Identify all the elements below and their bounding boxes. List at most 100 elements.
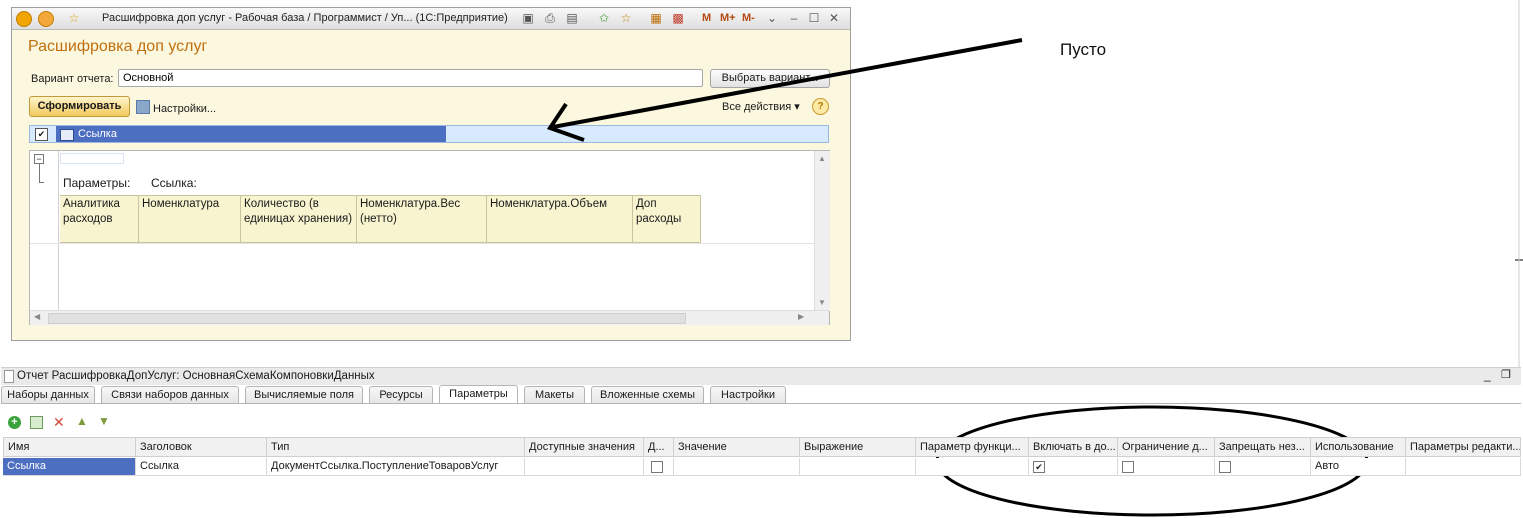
cell-function-parameter[interactable] <box>916 458 1029 476</box>
save-icon[interactable]: ▣ <box>520 10 536 26</box>
tab-settings[interactable]: Настройки <box>710 386 786 403</box>
cell-usage[interactable]: Авто <box>1311 458 1406 476</box>
memory-plus-button[interactable]: M+ <box>720 12 736 24</box>
add-icon[interactable]: + <box>8 416 21 429</box>
cell-header[interactable]: Ссылка <box>136 458 267 476</box>
calendar-icon[interactable]: ▩ <box>670 10 686 26</box>
column-header[interactable]: Использование <box>1311 437 1406 457</box>
tab-resources[interactable]: Ресурсы <box>369 386 433 403</box>
chevron-down-icon[interactable]: ⌄ <box>764 10 780 26</box>
favorites-icon[interactable]: ☆ <box>618 10 634 26</box>
restore-panel-icon[interactable]: ❐ <box>1501 368 1511 381</box>
vertical-scrollbar[interactable]: ▲ ▼ <box>814 151 830 311</box>
tab-parameters[interactable]: Параметры <box>439 385 518 404</box>
maximize-icon[interactable]: ☐ <box>806 10 822 26</box>
settings-label: Настройки... <box>153 103 217 115</box>
cell-edit-parameters[interactable] <box>1406 458 1521 476</box>
scroll-right-icon[interactable]: ▶ <box>798 312 804 321</box>
horizontal-scrollbar[interactable]: ◀ ▶ <box>30 310 829 325</box>
column-header[interactable]: Тип <box>267 437 525 457</box>
tab-dataset-links[interactable]: Связи наборов данных <box>101 386 239 403</box>
column-header[interactable]: Имя <box>3 437 136 457</box>
group-field-selection[interactable]: Ссылка <box>56 126 446 142</box>
column-header[interactable]: Д... <box>644 437 674 457</box>
cell-type[interactable]: ДокументСсылка.ПоступлениеТоваровУслуг <box>267 458 525 476</box>
add-favorite-icon[interactable]: ✩ <box>596 10 612 26</box>
outline-line <box>39 164 40 182</box>
scroll-up-icon[interactable]: ▲ <box>818 154 826 163</box>
group-field-checkbox[interactable]: ✔ <box>35 128 48 141</box>
column-header[interactable]: Параметр функци... <box>916 437 1029 457</box>
tabs-baseline <box>1 403 1521 404</box>
schema-icon <box>4 370 14 383</box>
column-header[interactable]: Включать в до... <box>1029 437 1118 457</box>
minimize-panel-icon[interactable]: _ <box>1484 368 1491 382</box>
parameters-label: Параметры: <box>63 176 131 190</box>
cell-expression[interactable] <box>800 458 916 476</box>
config-header: Отчет РасшифровкаДопУслуг: ОсновнаяСхема… <box>1 367 1521 385</box>
tab-datasets[interactable]: Наборы данных <box>1 386 95 403</box>
row-divider <box>30 243 814 244</box>
report-result-area[interactable]: − Параметры: Ссылка: Аналитика расходов … <box>29 150 830 325</box>
move-up-icon[interactable]: ▲ <box>76 414 88 428</box>
tab-calculated-fields[interactable]: Вычисляемые поля <box>245 386 363 403</box>
column-header[interactable]: Доступные значения <box>525 437 644 457</box>
selected-cell[interactable] <box>60 153 124 164</box>
report-column-header: Количество (в единицах хранения) <box>241 195 357 243</box>
tab-layouts[interactable]: Макеты <box>524 386 585 403</box>
cell-restrict[interactable] <box>1118 458 1215 476</box>
help-icon[interactable]: ? <box>812 98 829 115</box>
delete-icon[interactable]: ✕ <box>53 414 65 431</box>
variant-label: Вариант отчета: <box>31 73 114 85</box>
menu-dropdown-icon[interactable] <box>38 11 54 27</box>
parameters-value: Ссылка: <box>151 176 197 190</box>
include-checkbox[interactable]: ✔ <box>1033 461 1045 473</box>
cell-value[interactable] <box>674 458 800 476</box>
memory-minus-button[interactable]: M- <box>742 12 755 24</box>
horizontal-scroll-thumb[interactable] <box>48 313 686 324</box>
move-down-icon[interactable]: ▼ <box>98 414 110 428</box>
scroll-left-icon[interactable]: ◀ <box>34 312 40 321</box>
cell-d[interactable] <box>644 458 674 476</box>
collapse-icon[interactable]: − <box>34 154 44 164</box>
window-title: Расшифровка доп услуг - Рабочая база / П… <box>102 12 508 24</box>
calculator-icon[interactable]: ▦ <box>648 10 664 26</box>
column-header[interactable]: Параметры редакти... <box>1406 437 1521 457</box>
config-title: Отчет РасшифровкаДопУслуг: ОсновнаяСхема… <box>17 370 375 382</box>
column-header[interactable]: Выражение <box>800 437 916 457</box>
print-icon[interactable]: ⎙ <box>542 10 558 26</box>
1c-logo-icon[interactable] <box>16 11 32 27</box>
outline-column: − <box>30 151 59 310</box>
settings-button[interactable]: Настройки... <box>136 100 216 115</box>
memory-m-button[interactable]: M <box>702 12 711 24</box>
outline-line-end <box>39 182 44 183</box>
group-field-row[interactable]: ✔ Ссылка <box>29 125 829 143</box>
report-heading: Расшифровка доп услуг <box>28 38 208 55</box>
column-header[interactable]: Значение <box>674 437 800 457</box>
copy-icon[interactable] <box>30 416 43 429</box>
restrict-checkbox[interactable] <box>1122 461 1134 473</box>
column-header[interactable]: Запрещать нез... <box>1215 437 1311 457</box>
minimize-icon[interactable]: – <box>786 10 802 26</box>
window-titlebar: ☆ Расшифровка доп услуг - Рабочая база /… <box>12 8 850 30</box>
cell-available-values[interactable] <box>525 458 644 476</box>
preview-icon[interactable]: ▤ <box>564 10 580 26</box>
choose-variant-button[interactable]: Выбрать вариант... <box>710 69 830 88</box>
favorite-star-icon[interactable]: ☆ <box>66 10 82 26</box>
cell-name[interactable]: Ссылка <box>3 458 136 476</box>
all-actions-menu[interactable]: Все действия ▾ <box>722 100 800 113</box>
column-header[interactable]: Заголовок <box>136 437 267 457</box>
cell-forbid[interactable] <box>1215 458 1311 476</box>
scroll-down-icon[interactable]: ▼ <box>818 298 826 307</box>
cell-d-checkbox[interactable] <box>651 461 663 473</box>
tab-nested-schemas[interactable]: Вложенные схемы <box>591 386 704 403</box>
column-header[interactable]: Ограничение д... <box>1118 437 1215 457</box>
close-icon[interactable]: ✕ <box>826 10 842 26</box>
cell-include[interactable]: ✔ <box>1029 458 1118 476</box>
generate-button[interactable]: Сформировать <box>29 96 130 117</box>
parameters-grid: Имя Заголовок Тип Доступные значения Д..… <box>3 437 1521 479</box>
table-field-icon <box>60 129 74 141</box>
report-column-header: Номенклатура.Вес (нетто) <box>357 195 487 243</box>
variant-input[interactable] <box>118 69 703 87</box>
forbid-checkbox[interactable] <box>1219 461 1231 473</box>
